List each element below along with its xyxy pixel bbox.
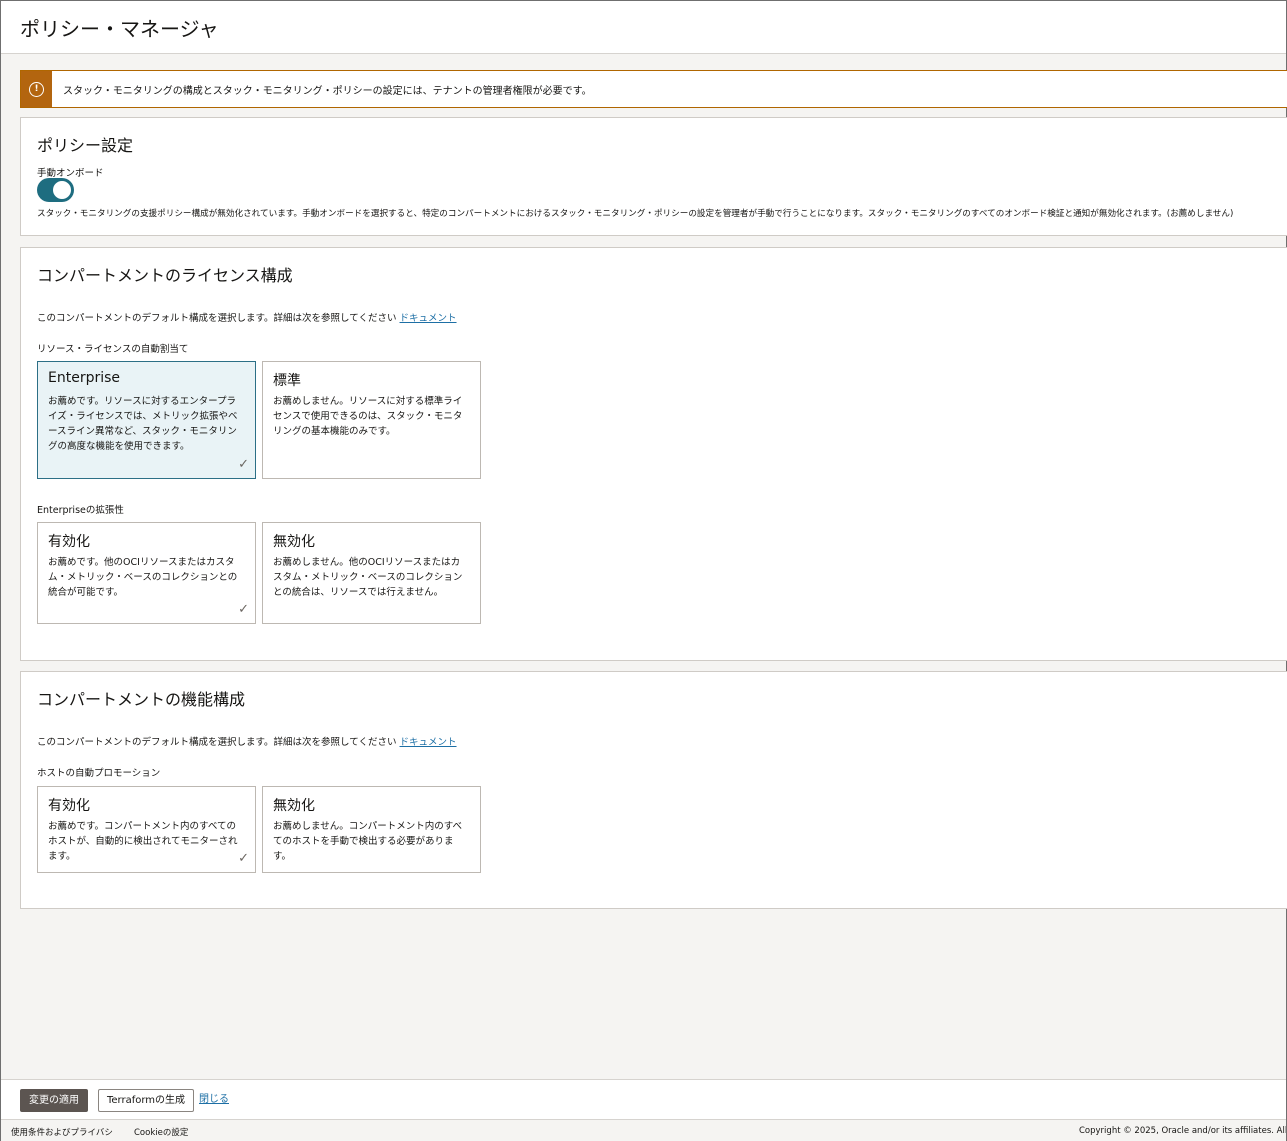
page-header: ポリシー・マネージャ xyxy=(1,1,1286,54)
check-icon: ✓ xyxy=(238,851,249,866)
check-icon: ✓ xyxy=(238,457,249,472)
manual-onboard-description: スタック・モニタリングの支援ポリシー構成が無効化されています。手動オンボードを選… xyxy=(37,209,1234,219)
tile-description: お薦めです。他のOCIリソースまたはカスタム・メトリック・ベースのコレクションと… xyxy=(48,557,238,598)
auto-license-label: リソース・ライセンスの自動割当て xyxy=(37,344,189,355)
toggle-knob xyxy=(52,180,72,200)
alert-message: スタック・モニタリングの構成とスタック・モニタリング・ポリシーの設定には、テナン… xyxy=(63,86,592,97)
tile-enterprise[interactable]: Enterprise お薦めです。リソースに対するエンタープライズ・ライセンスで… xyxy=(37,361,256,479)
check-icon: ✓ xyxy=(238,602,249,617)
manual-onboard-toggle[interactable] xyxy=(37,178,74,202)
license-config-title: コンパートメントのライセンス構成 xyxy=(37,266,293,285)
page-bottom-bar: 使用条件およびプライバシ Cookieの設定 Copyright © 2025,… xyxy=(1,1119,1286,1141)
enterprise-extensibility-label: Enterpriseの拡張性 xyxy=(37,505,124,516)
close-link[interactable]: 閉じる xyxy=(199,1089,229,1112)
terms-privacy-link[interactable]: 使用条件およびプライバシ xyxy=(11,1126,113,1138)
tile-title: 標準 xyxy=(273,373,301,389)
feature-config-card: コンパートメントの機能構成 このコンパートメントのデフォルト構成を選択します。詳… xyxy=(20,671,1287,909)
tile-title: 有効化 xyxy=(48,534,90,550)
tile-description: お薦めしません。リソースに対する標準ライセンスで使用できるのは、スタック・モニタ… xyxy=(273,396,463,437)
policy-settings-title: ポリシー設定 xyxy=(37,136,134,155)
tile-description: お薦めです。リソースに対するエンタープライズ・ライセンスでは、メトリック拡張やベ… xyxy=(48,396,238,452)
tile-title: Enterprise xyxy=(48,370,121,386)
tile-title: 有効化 xyxy=(48,798,90,814)
tile-promotion-disable[interactable]: 無効化 お薦めしません。コンパートメント内のすべてのホストを手動で検出する必要が… xyxy=(262,786,481,873)
tile-description: お薦めです。コンパートメント内のすべてのホストが、自動的に検出されてモニターされ… xyxy=(48,821,238,862)
tile-title: 無効化 xyxy=(273,798,315,814)
manual-onboard-label: 手動オンボード xyxy=(37,168,104,179)
cookie-settings-link[interactable]: Cookieの設定 xyxy=(134,1126,188,1138)
host-auto-promotion-label: ホストの自動プロモーション xyxy=(37,768,161,779)
tile-extensibility-disable[interactable]: 無効化 お薦めしません。他のOCIリソースまたはカスタム・メトリック・ベースのコ… xyxy=(262,522,481,624)
policy-settings-card: ポリシー設定 手動オンボード スタック・モニタリングの支援ポリシー構成が無効化さ… xyxy=(20,117,1287,236)
feature-intro: このコンパートメントのデフォルト構成を選択します。詳細は次を参照してください ド… xyxy=(37,734,457,748)
license-config-card: コンパートメントのライセンス構成 このコンパートメントのデフォルト構成を選択しま… xyxy=(20,247,1287,661)
tile-description: お薦めしません。他のOCIリソースまたはカスタム・メトリック・ベースのコレクショ… xyxy=(273,557,463,598)
license-intro: このコンパートメントのデフォルト構成を選択します。詳細は次を参照してください ド… xyxy=(37,310,457,324)
feature-intro-text: このコンパートメントのデフォルト構成を選択します。詳細は次を参照してください xyxy=(37,737,397,748)
tile-extensibility-enable[interactable]: 有効化 お薦めです。他のOCIリソースまたはカスタム・メトリック・ベースのコレク… xyxy=(37,522,256,624)
tile-promotion-enable[interactable]: 有効化 お薦めです。コンパートメント内のすべてのホストが、自動的に検出されてモニ… xyxy=(37,786,256,873)
feature-doc-link[interactable]: ドキュメント xyxy=(400,737,457,748)
tile-description: お薦めしません。コンパートメント内のすべてのホストを手動で検出する必要があります… xyxy=(273,821,463,862)
generate-terraform-button[interactable]: Terraformの生成 xyxy=(98,1089,195,1112)
copyright-text: Copyright © 2025, Oracle and/or its affi… xyxy=(1079,1126,1286,1136)
tile-standard[interactable]: 標準 お薦めしません。リソースに対する標準ライセンスで使用できるのは、スタック・… xyxy=(262,361,481,479)
license-doc-link[interactable]: ドキュメント xyxy=(400,313,457,324)
apply-changes-button[interactable]: 変更の適用 xyxy=(20,1089,88,1112)
action-footer: 変更の適用 Terraformの生成 閉じる xyxy=(1,1079,1286,1119)
feature-config-title: コンパートメントの機能構成 xyxy=(37,690,246,709)
warning-icon: ! xyxy=(29,81,44,97)
alert-bar: ! xyxy=(21,71,52,107)
license-intro-text: このコンパートメントのデフォルト構成を選択します。詳細は次を参照してください xyxy=(37,313,397,324)
admin-warning-alert: ! スタック・モニタリングの構成とスタック・モニタリング・ポリシーの設定には、テ… xyxy=(20,70,1287,108)
tile-title: 無効化 xyxy=(273,534,315,550)
page-title: ポリシー・マネージャ xyxy=(20,17,219,41)
